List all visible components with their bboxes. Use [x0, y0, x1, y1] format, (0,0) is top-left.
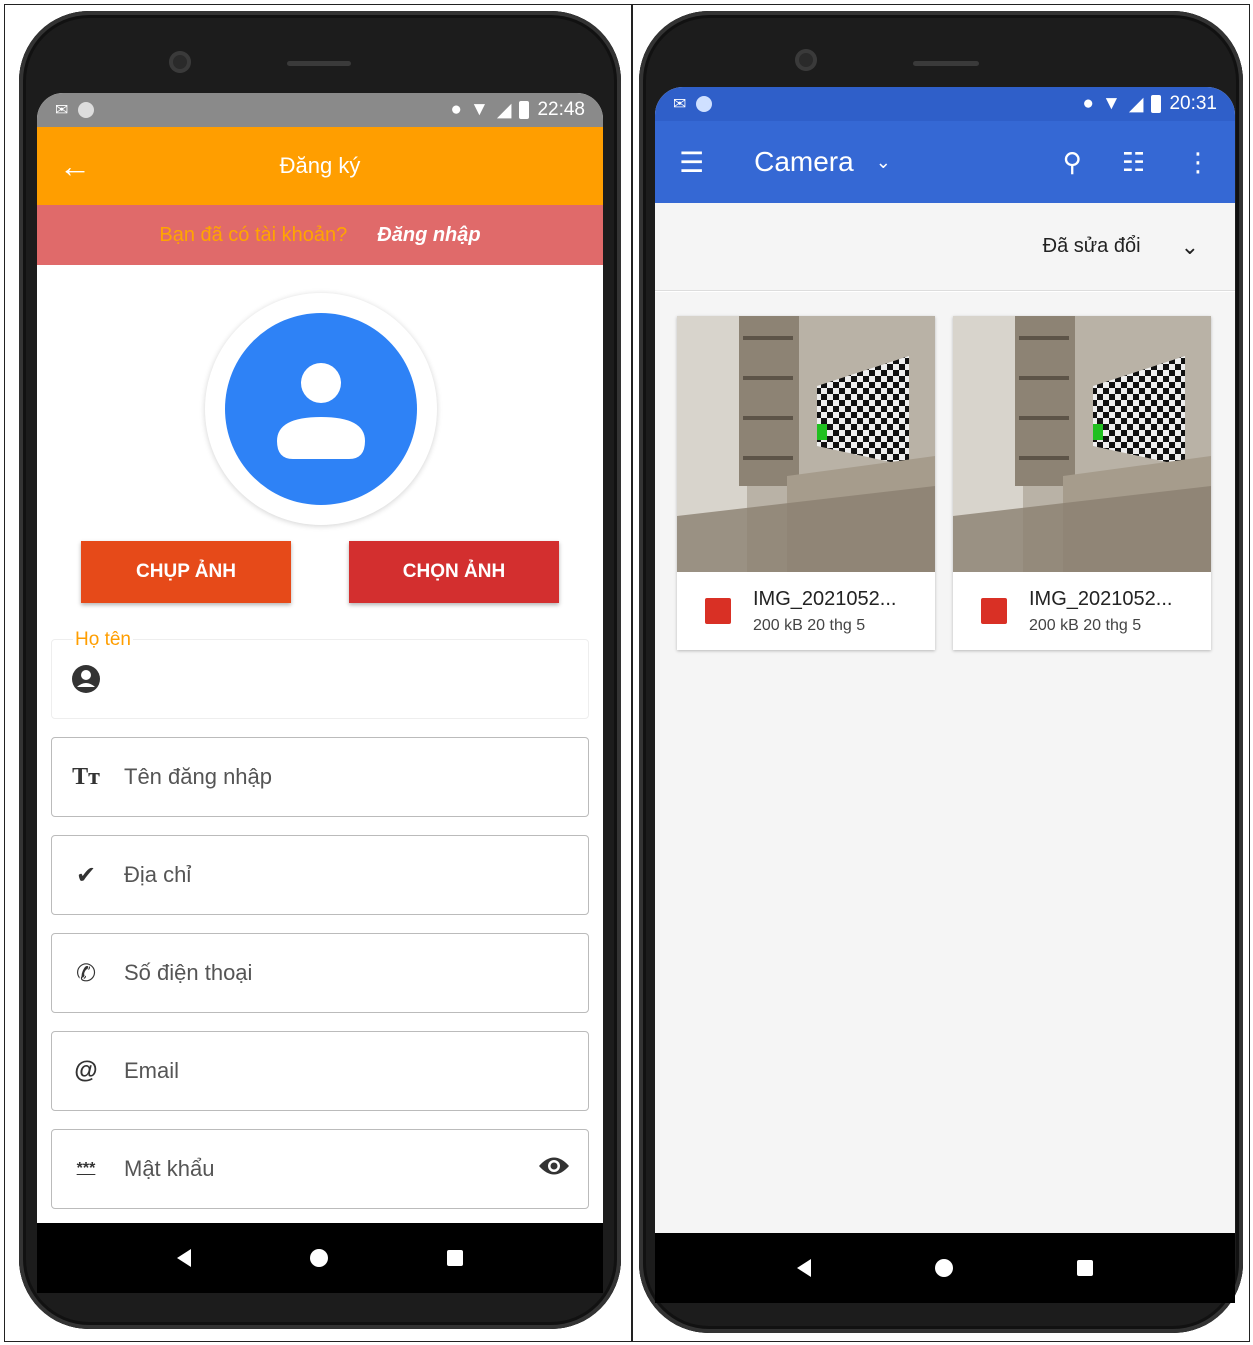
- file-card[interactable]: IMG_2021052... 200 kB 20 thg 5: [953, 316, 1211, 650]
- phone-icon: ✆: [75, 959, 97, 987]
- home-nav-icon[interactable]: [935, 1259, 953, 1277]
- image-file-icon: [981, 598, 1007, 624]
- password-placeholder: Mật khẩu: [124, 1156, 215, 1181]
- folder-title[interactable]: Camera: [754, 146, 854, 178]
- app-bar: ☰ Camera ⌄ ⚲ ☷ ⋮: [655, 121, 1235, 203]
- login-question: Bạn đã có tài khoản?: [159, 223, 348, 246]
- location-icon: ●: [450, 99, 463, 120]
- file-name: IMG_2021052...: [753, 587, 897, 610]
- account-circle-icon: [70, 663, 102, 695]
- signal-icon: ◢: [496, 99, 512, 121]
- sync-icon: [78, 102, 95, 118]
- file-info: IMG_2021052... 200 kB 20 thg 5: [953, 572, 1211, 650]
- at-sign-icon: @: [74, 1057, 98, 1084]
- file-meta: 200 kB 20 thg 5: [753, 616, 866, 634]
- file-card[interactable]: IMG_2021052... 200 kB 20 thg 5: [677, 316, 935, 650]
- battery-icon: [1151, 95, 1162, 113]
- right-panel: ✉ ● ▼ ◢ 20:31 ☰ Camera ⌄ ⚲ ☷ ⋮ Đã sửa đổ…: [632, 4, 1250, 1342]
- status-time: 20:31: [1169, 93, 1217, 114]
- recents-nav-icon[interactable]: [447, 1250, 464, 1266]
- phone-frame-right: ✉ ● ▼ ◢ 20:31 ☰ Camera ⌄ ⚲ ☷ ⋮ Đã sửa đổ…: [639, 11, 1243, 1333]
- address-field[interactable]: ✔ Địa chỉ: [51, 835, 589, 915]
- login-prompt-bar: Bạn đã có tài khoản? Đăng nhập: [37, 205, 603, 265]
- image-file-icon: [705, 598, 731, 624]
- signal-icon: ◢: [1128, 93, 1144, 115]
- file-meta: 200 kB 20 thg 5: [1029, 616, 1142, 634]
- search-icon[interactable]: ⚲: [1063, 147, 1082, 178]
- file-info: IMG_2021052... 200 kB 20 thg 5: [677, 572, 935, 650]
- phone-screen-left: ✉ ● ▼ ◢ 22:48 ← Đăng ký Bạn đã có tài kh…: [37, 93, 603, 1293]
- phone-screen-right: ✉ ● ▼ ◢ 20:31 ☰ Camera ⌄ ⚲ ☷ ⋮ Đã sửa đổ…: [655, 87, 1235, 1303]
- mail-icon: ✉: [673, 96, 687, 113]
- chevron-down-icon[interactable]: ⌄: [876, 152, 891, 173]
- left-panel: ✉ ● ▼ ◢ 22:48 ← Đăng ký Bạn đã có tài kh…: [4, 4, 632, 1342]
- address-placeholder: Địa chỉ: [124, 862, 192, 887]
- back-nav-icon[interactable]: [176, 1249, 191, 1267]
- phone-placeholder: Số điện thoại: [124, 960, 253, 985]
- home-nav-icon[interactable]: [309, 1249, 328, 1267]
- front-camera: [169, 51, 191, 73]
- text-size-icon: Tт: [72, 763, 100, 790]
- sort-bar[interactable]: Đã sửa đổi ⌄: [655, 203, 1235, 291]
- image-thumbnail: [677, 316, 935, 572]
- map-marker-check-icon: ✔: [75, 861, 97, 889]
- system-nav-bar: [37, 1223, 603, 1293]
- choose-photo-button[interactable]: CHỌN ẢNH: [349, 541, 559, 603]
- app-bar: ← Đăng ký: [37, 127, 603, 205]
- avatar[interactable]: [225, 313, 417, 505]
- fullname-label: Họ tên: [73, 629, 133, 651]
- list-view-icon[interactable]: ☷: [1122, 147, 1145, 178]
- password-field[interactable]: *** Mật khẩu: [51, 1129, 589, 1209]
- back-nav-icon[interactable]: [797, 1259, 811, 1277]
- location-icon: ●: [1082, 93, 1095, 114]
- more-vert-icon[interactable]: ⋮: [1185, 147, 1211, 178]
- sort-label: Đã sửa đổi: [1042, 235, 1141, 257]
- fullname-field[interactable]: [51, 639, 589, 719]
- file-grid: IMG_2021052... 200 kB 20 thg 5 IMG_20210…: [655, 292, 1235, 1233]
- front-camera: [795, 49, 817, 71]
- image-thumbnail: [953, 316, 1211, 572]
- system-nav-bar: [655, 1233, 1235, 1303]
- status-bar: ✉ ● ▼ ◢ 22:48: [37, 93, 603, 127]
- recents-nav-icon[interactable]: [1077, 1260, 1093, 1276]
- capture-photo-button[interactable]: CHỤP ẢNH: [81, 541, 291, 603]
- wifi-icon: ▼: [470, 99, 489, 120]
- battery-icon: [519, 101, 530, 119]
- login-link[interactable]: Đăng nhập: [377, 224, 480, 247]
- speaker-grille: [913, 61, 979, 66]
- page-title: Đăng ký: [279, 153, 361, 178]
- sync-icon: [696, 96, 713, 112]
- wifi-icon: ▼: [1102, 93, 1121, 114]
- email-placeholder: Email: [124, 1058, 180, 1083]
- speaker-grille: [287, 61, 351, 66]
- username-placeholder: Tên đăng nhập: [124, 764, 273, 789]
- status-time: 22:48: [537, 99, 585, 120]
- back-arrow-icon[interactable]: ←: [59, 148, 91, 185]
- person-icon: [277, 363, 365, 459]
- eye-icon[interactable]: [538, 1155, 570, 1183]
- menu-icon[interactable]: ☰: [679, 146, 704, 179]
- phone-field[interactable]: ✆ Số điện thoại: [51, 933, 589, 1013]
- email-field[interactable]: @ Email: [51, 1031, 589, 1111]
- username-field[interactable]: Tт Tên đăng nhập: [51, 737, 589, 817]
- chevron-down-icon: ⌄: [1180, 233, 1199, 259]
- password-dots-icon: ***: [76, 1160, 96, 1177]
- file-name: IMG_2021052...: [1029, 587, 1173, 610]
- phone-frame-left: ✉ ● ▼ ◢ 22:48 ← Đăng ký Bạn đã có tài kh…: [19, 11, 621, 1329]
- status-bar: ✉ ● ▼ ◢ 20:31: [655, 87, 1235, 121]
- mail-icon: ✉: [55, 102, 69, 119]
